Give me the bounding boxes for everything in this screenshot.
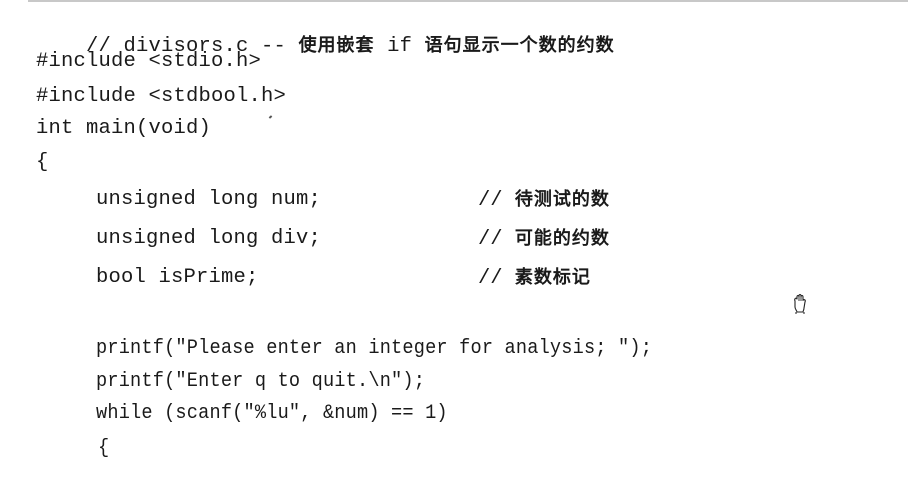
declaration-div-line: unsigned long div; <box>96 227 322 250</box>
hand-grab-icon-glyph <box>794 293 806 314</box>
printf-quit-line: printf("Enter q to quit.\n"); <box>96 370 426 393</box>
declaration-isprime-comment: // 素数标记 <box>478 266 591 291</box>
comment-text: 待测试的数 <box>514 189 610 210</box>
include-stdio-line: #include <stdio.h> <box>36 50 262 73</box>
comment-text: 可能的约数 <box>514 228 610 249</box>
open-brace-line: { <box>36 151 49 174</box>
header-comment-keyword: if <box>374 35 425 58</box>
comment-slashes: // <box>478 189 515 212</box>
hand-grab-icon[interactable] <box>791 292 811 316</box>
header-comment-cjk-a: 使用嵌套 <box>298 35 375 56</box>
include-stdbool-line: #include <stdbool.h> <box>36 85 287 108</box>
scan-speck <box>268 115 273 119</box>
comment-text: 素数标记 <box>514 267 591 288</box>
loop-open-brace-line: { <box>98 437 110 460</box>
header-comment-cjk-b: 语句显示一个数的约数 <box>424 35 615 56</box>
declaration-div-comment: // 可能的约数 <box>478 227 610 252</box>
declaration-isprime-line: bool isPrime; <box>96 266 259 289</box>
printf-prompt-line: printf("Please enter an integer for anal… <box>96 337 653 360</box>
main-signature-line: int main(void) <box>36 117 212 140</box>
while-scanf-line: while (scanf("%lu", &num) == 1) <box>96 402 448 425</box>
declaration-num-line: unsigned long num; <box>96 188 322 211</box>
declaration-num-comment: // 待测试的数 <box>478 188 610 213</box>
comment-slashes: // <box>478 267 515 290</box>
code-listing: // divisors.c -- 使用嵌套 if 语句显示一个数的约数 #inc… <box>0 0 908 500</box>
comment-slashes: // <box>478 228 515 251</box>
